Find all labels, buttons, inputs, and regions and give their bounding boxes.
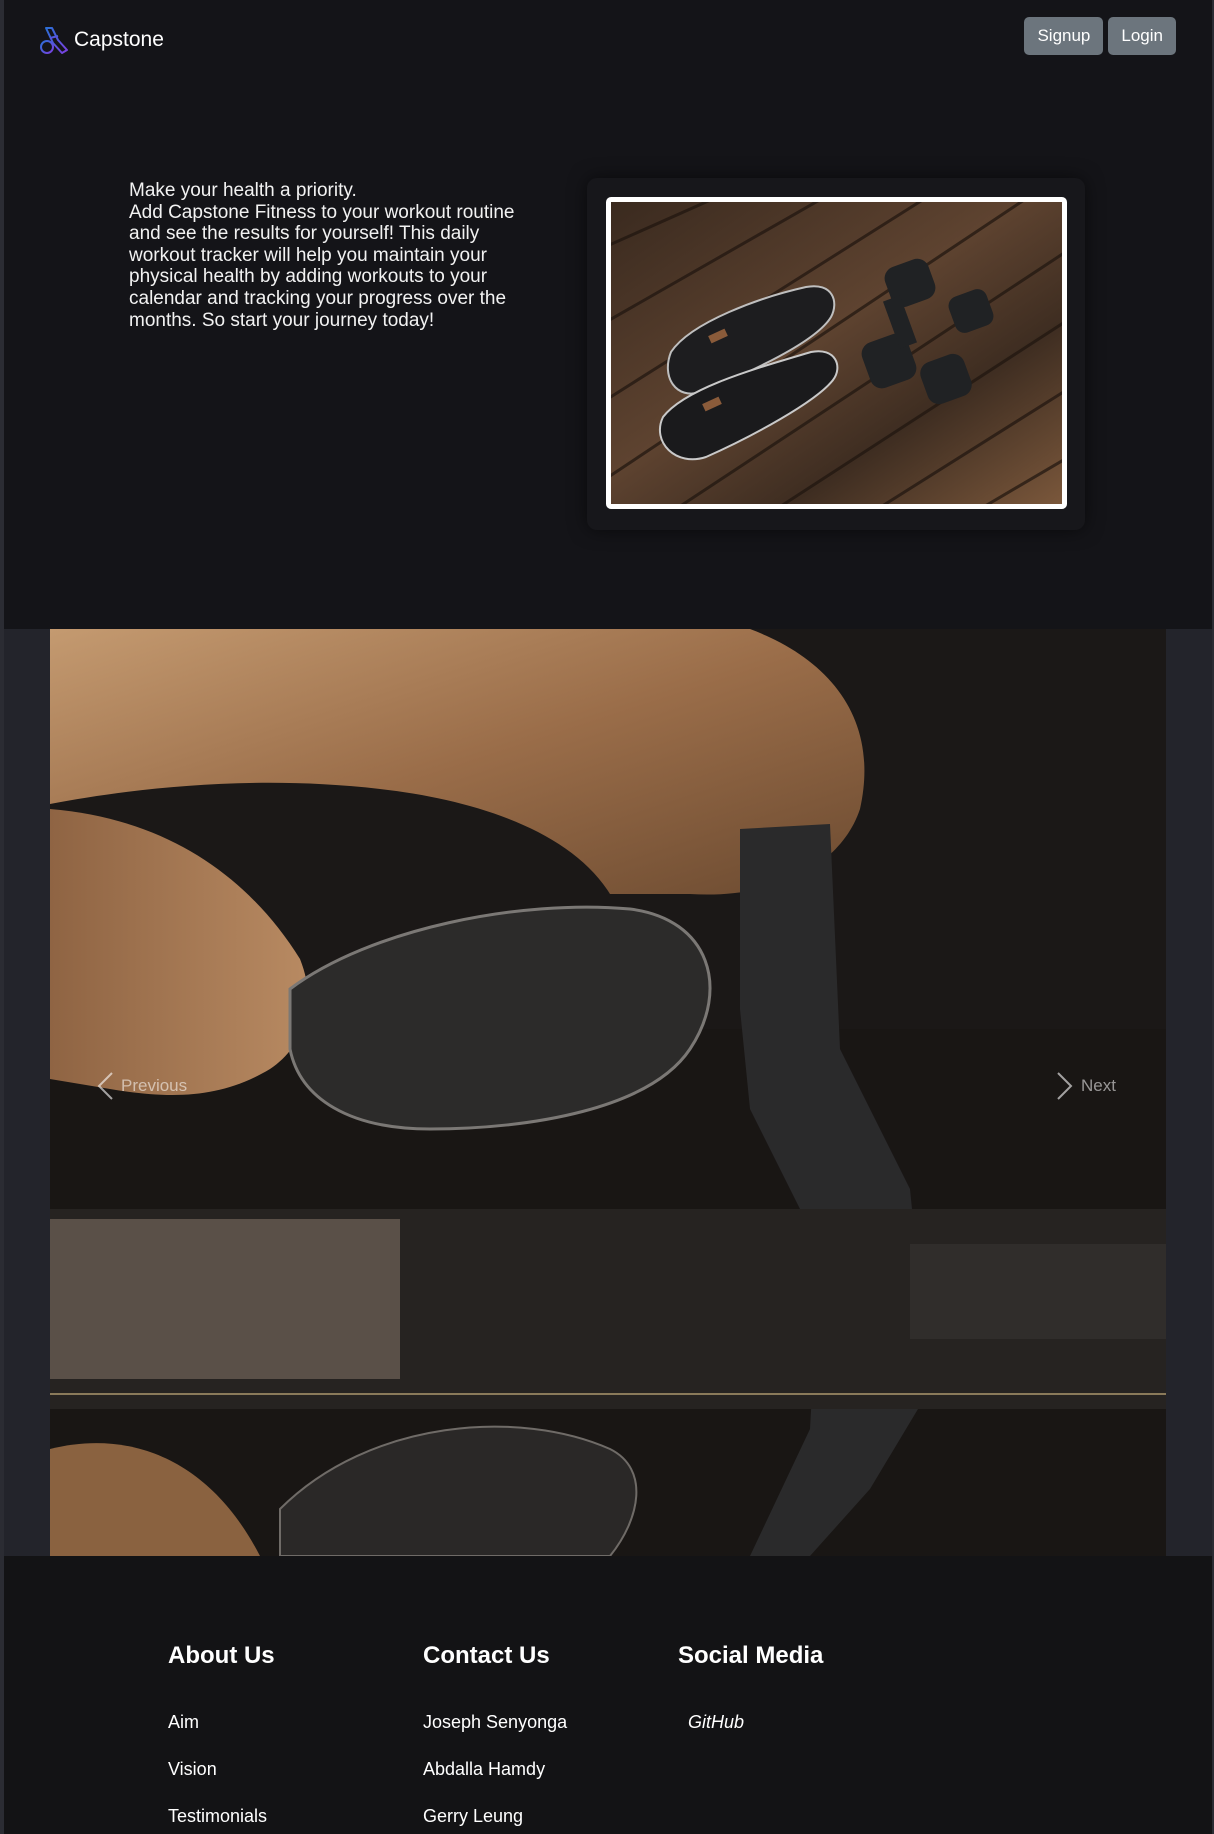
- chevron-left-icon: [97, 1072, 113, 1100]
- footer-social-column: Social Media GitHub: [678, 1642, 823, 1759]
- footer-contact-abdalla[interactable]: Abdalla Hamdy: [423, 1759, 567, 1780]
- social-media-heading: Social Media: [678, 1642, 824, 1669]
- footer: About Us Aim Vision Testimonials Contact…: [4, 1556, 1212, 1834]
- carousel-next-button[interactable]: Next: [1057, 1072, 1116, 1100]
- auth-buttons: Signup Login: [1024, 17, 1176, 55]
- brand-name: Capstone: [74, 28, 164, 51]
- previous-label: Previous: [121, 1076, 188, 1095]
- hero-image-frame: [606, 197, 1067, 509]
- footer-contact-gerry[interactable]: Gerry Leung: [423, 1806, 567, 1827]
- hero-text: Make your health a priority. Add Capston…: [129, 180, 524, 331]
- hero-headline: Make your health a priority.: [129, 180, 357, 201]
- hero-description: Add Capstone Fitness to your workout rou…: [129, 201, 515, 331]
- about-us-heading: About Us: [168, 1642, 275, 1669]
- next-label: Next: [1081, 1076, 1116, 1095]
- carousel-previous-button[interactable]: Previous: [97, 1072, 187, 1100]
- footer-contact-column: Contact Us Joseph Senyonga Abdalla Hamdy…: [423, 1642, 567, 1834]
- image-carousel: Previous Next: [4, 629, 1212, 1556]
- signup-button[interactable]: Signup: [1024, 17, 1104, 55]
- capstone-logo-icon: [40, 27, 68, 54]
- shoes-and-dumbbells-image: [611, 202, 1062, 504]
- navbar: Capstone Signup Login: [4, 0, 1212, 80]
- footer-link-github[interactable]: GitHub: [688, 1712, 823, 1733]
- carousel-slide-image: [50, 629, 1166, 1556]
- footer-link-testimonials[interactable]: Testimonials: [168, 1806, 275, 1827]
- hero-image-card: [587, 178, 1085, 530]
- hero-section: Make your health a priority. Add Capston…: [4, 80, 1212, 629]
- brand-link[interactable]: Capstone: [38, 24, 164, 56]
- footer-link-aim[interactable]: Aim: [168, 1712, 275, 1733]
- footer-contact-joseph[interactable]: Joseph Senyonga: [423, 1712, 567, 1733]
- footer-about-column: About Us Aim Vision Testimonials: [168, 1642, 275, 1834]
- rowing-machine-photo: [50, 629, 1166, 1556]
- chevron-right-icon: [1057, 1072, 1073, 1100]
- footer-link-vision[interactable]: Vision: [168, 1759, 275, 1780]
- contact-us-heading: Contact Us: [423, 1642, 550, 1669]
- login-button[interactable]: Login: [1108, 17, 1176, 55]
